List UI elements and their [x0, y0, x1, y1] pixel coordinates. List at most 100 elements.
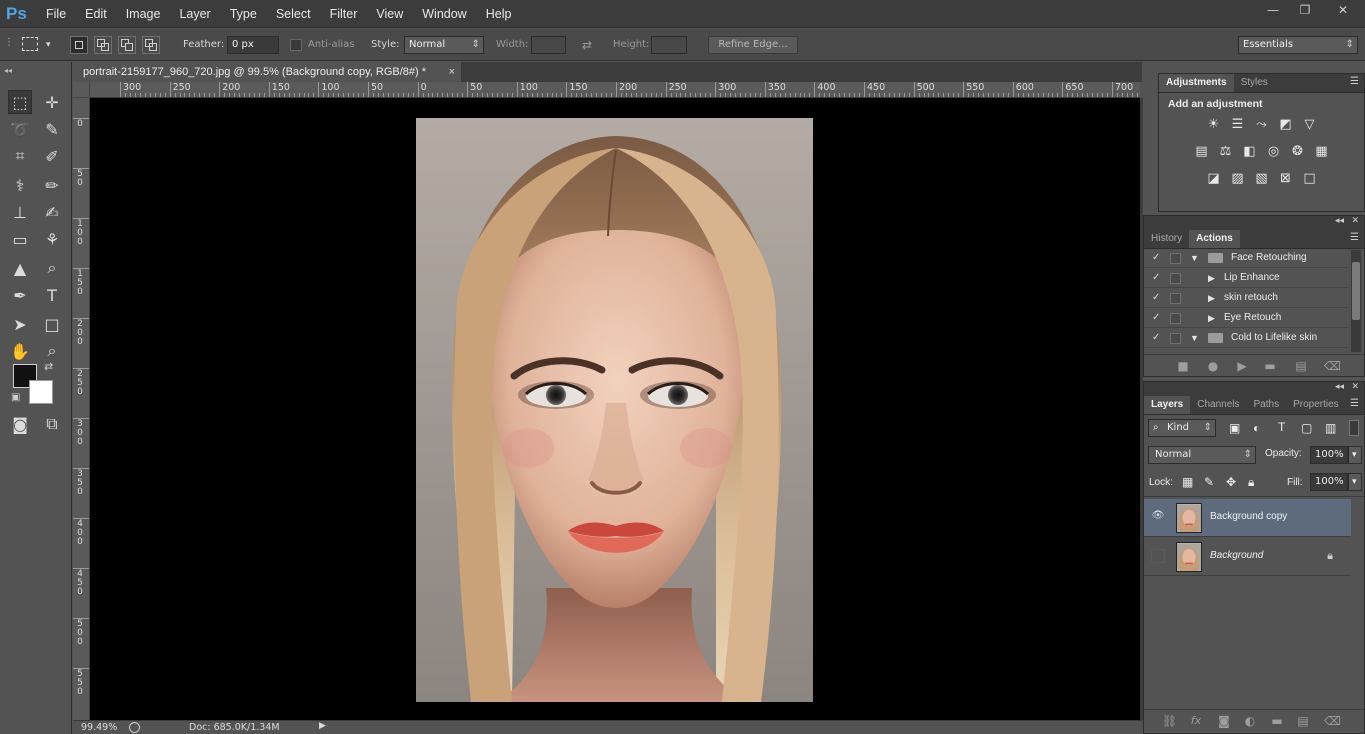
menu-help[interactable]: Help [486, 7, 512, 21]
close-panel-icon[interactable]: ✕ [1351, 382, 1359, 392]
actions-scrollbar[interactable] [1351, 250, 1361, 352]
zoom-level-field[interactable]: 99.49% [81, 722, 117, 733]
swap-colors-icon[interactable]: ⇄ [44, 360, 53, 373]
visibility-eye-icon[interactable]: 👁︎ [1151, 510, 1165, 524]
levels-icon[interactable]: ☰ [1229, 117, 1246, 132]
panel-menu-icon[interactable]: ☰ [1350, 232, 1359, 243]
status-menu-arrow-icon[interactable]: ▶ [319, 721, 326, 731]
paint-bucket-icon[interactable]: ⚘ [40, 227, 64, 251]
collapse-triangle-icon[interactable]: ▶ [1208, 288, 1215, 308]
menu-edit[interactable]: Edit [85, 7, 107, 21]
type-icon[interactable]: T [40, 283, 64, 307]
history-brush-icon[interactable]: ✍ [40, 200, 64, 224]
add-to-selection-icon[interactable] [94, 36, 112, 54]
tab-history[interactable]: History [1144, 230, 1189, 248]
restore-button[interactable]: ❐ [1289, 0, 1321, 20]
action-enabled-check-icon[interactable]: ✓ [1152, 308, 1160, 328]
new-set-icon[interactable]: ▬ [1263, 359, 1277, 373]
rectangle-shape-icon[interactable]: □ [40, 312, 64, 336]
quick-mask-icon[interactable]: ◙ [8, 412, 32, 436]
hue-saturation-icon[interactable]: ▤ [1193, 144, 1210, 159]
adjustment-layer-icon[interactable]: ◐ [1243, 714, 1257, 728]
delete-layer-icon[interactable]: ⌫ [1324, 714, 1341, 728]
layer-name[interactable]: Background [1210, 550, 1263, 561]
exposure-icon[interactable]: ◩ [1277, 117, 1294, 132]
layer-name[interactable]: Background copy [1210, 511, 1287, 522]
posterize-icon[interactable]: ▨ [1229, 171, 1246, 186]
background-color-swatch[interactable] [29, 380, 53, 404]
color-balance-icon[interactable]: ⚖ [1217, 144, 1234, 159]
intersect-selection-icon[interactable] [142, 36, 160, 54]
toolbox-collapse-icon[interactable]: ◂◂ [4, 66, 68, 75]
dialog-toggle[interactable] [1170, 333, 1181, 344]
scrollbar-thumb[interactable] [1352, 262, 1360, 320]
document-canvas[interactable] [90, 98, 1140, 720]
dialog-toggle[interactable] [1170, 253, 1181, 264]
blend-mode-select[interactable]: Normal [1148, 446, 1256, 464]
layer-row[interactable]: 👁︎ Background copy [1144, 499, 1351, 537]
menu-type[interactable]: Type [230, 7, 257, 21]
new-action-icon[interactable]: ▤ [1294, 359, 1308, 373]
filter-shape-icon[interactable]: ▢ [1301, 421, 1312, 435]
tab-actions[interactable]: Actions [1189, 230, 1240, 248]
menu-view[interactable]: View [376, 7, 403, 21]
lasso-icon[interactable]: ➰ [8, 117, 32, 141]
height-input[interactable] [651, 36, 687, 54]
layer-row[interactable]: Background 🔒︎ [1144, 538, 1351, 576]
collapse-panel-icon[interactable]: ◂◂ [1335, 382, 1344, 392]
default-colors-icon[interactable]: ▣ [11, 392, 20, 403]
record-icon[interactable]: ● [1206, 359, 1220, 373]
menu-layer[interactable]: Layer [179, 7, 210, 21]
horizontal-ruler[interactable]: 300 250 200 150 100 50 0 50 100 150 200 250 300 350 40… [90, 82, 1140, 98]
threshold-icon[interactable]: ▧ [1253, 171, 1270, 186]
expand-triangle-icon[interactable]: ▼ [1190, 328, 1199, 348]
feather-input[interactable]: 0 px [227, 36, 279, 54]
eyedropper-icon[interactable]: ✐ [40, 144, 64, 168]
channel-mixer-icon[interactable]: ❂ [1289, 144, 1306, 159]
pen-icon[interactable]: ✒ [8, 283, 32, 307]
filter-type-icon[interactable]: T [1278, 420, 1285, 434]
preset-dropdown-icon[interactable]: ▾ [46, 36, 51, 54]
marquee-preset-icon[interactable] [22, 37, 38, 51]
swap-dimensions-icon[interactable]: ⇄ [582, 36, 592, 54]
dodge-icon[interactable]: ⌕ [40, 256, 64, 280]
black-white-icon[interactable]: ◧ [1241, 144, 1258, 159]
ruler-origin[interactable] [73, 82, 90, 98]
vertical-ruler[interactable]: 0 5 0 1 0 0 1 5 0 2 0 0 2 5 0 3 0 0 3 5 0 4 0 0 4… [73, 98, 90, 720]
status-info-icon[interactable] [129, 722, 140, 733]
brush-icon[interactable]: ✏ [40, 173, 64, 197]
document-tab[interactable]: portrait-2159177_960_720.jpg @ 99.5% (Ba… [73, 62, 461, 82]
tab-adjustments[interactable]: Adjustments [1159, 74, 1234, 92]
spot-healing-icon[interactable]: ⚕ [8, 173, 32, 197]
lock-pixels-icon[interactable]: ✎ [1204, 475, 1214, 489]
tab-paths[interactable]: Paths [1247, 396, 1287, 414]
new-group-icon[interactable]: ▬ [1270, 714, 1284, 728]
selective-color-icon[interactable]: □ [1301, 171, 1318, 186]
lock-transparency-icon[interactable]: ▦ [1182, 475, 1193, 489]
menu-select[interactable]: Select [276, 7, 311, 21]
filter-pixel-icon[interactable]: ▣ [1229, 421, 1240, 435]
curves-icon[interactable]: ⤳ [1253, 117, 1270, 132]
menu-filter[interactable]: Filter [330, 7, 358, 21]
dialog-toggle[interactable] [1170, 313, 1181, 324]
panel-menu-icon[interactable]: ☰ [1350, 76, 1359, 87]
eraser-icon[interactable]: ▭ [8, 227, 32, 251]
lock-position-icon[interactable]: ✥ [1226, 475, 1236, 489]
play-icon[interactable]: ▶ [1235, 359, 1249, 373]
collapse-panel-icon[interactable]: ◂◂ [1335, 216, 1344, 226]
close-document-icon[interactable]: × [449, 62, 455, 82]
filter-toggle[interactable] [1349, 420, 1359, 436]
rectangular-marquee-icon[interactable]: ⬚ [8, 90, 32, 114]
filter-smart-object-icon[interactable]: ▥ [1325, 421, 1336, 435]
opacity-input[interactable]: 100% [1310, 446, 1348, 464]
path-selection-icon[interactable]: ➤ [8, 312, 32, 336]
minimize-button[interactable]: — [1257, 0, 1289, 20]
opacity-dropdown-icon[interactable]: ▾ [1348, 446, 1362, 464]
action-enabled-check-icon[interactable]: ✓ [1152, 248, 1160, 268]
width-input[interactable] [531, 36, 566, 54]
screen-mode-icon[interactable]: ⧉ [40, 412, 64, 436]
new-layer-icon[interactable]: ▤ [1296, 714, 1310, 728]
panel-menu-icon[interactable]: ☰ [1350, 398, 1359, 409]
action-row[interactable]: ✓ ▶ Eye Retouch [1144, 308, 1349, 328]
style-select[interactable]: Normal [404, 36, 484, 54]
